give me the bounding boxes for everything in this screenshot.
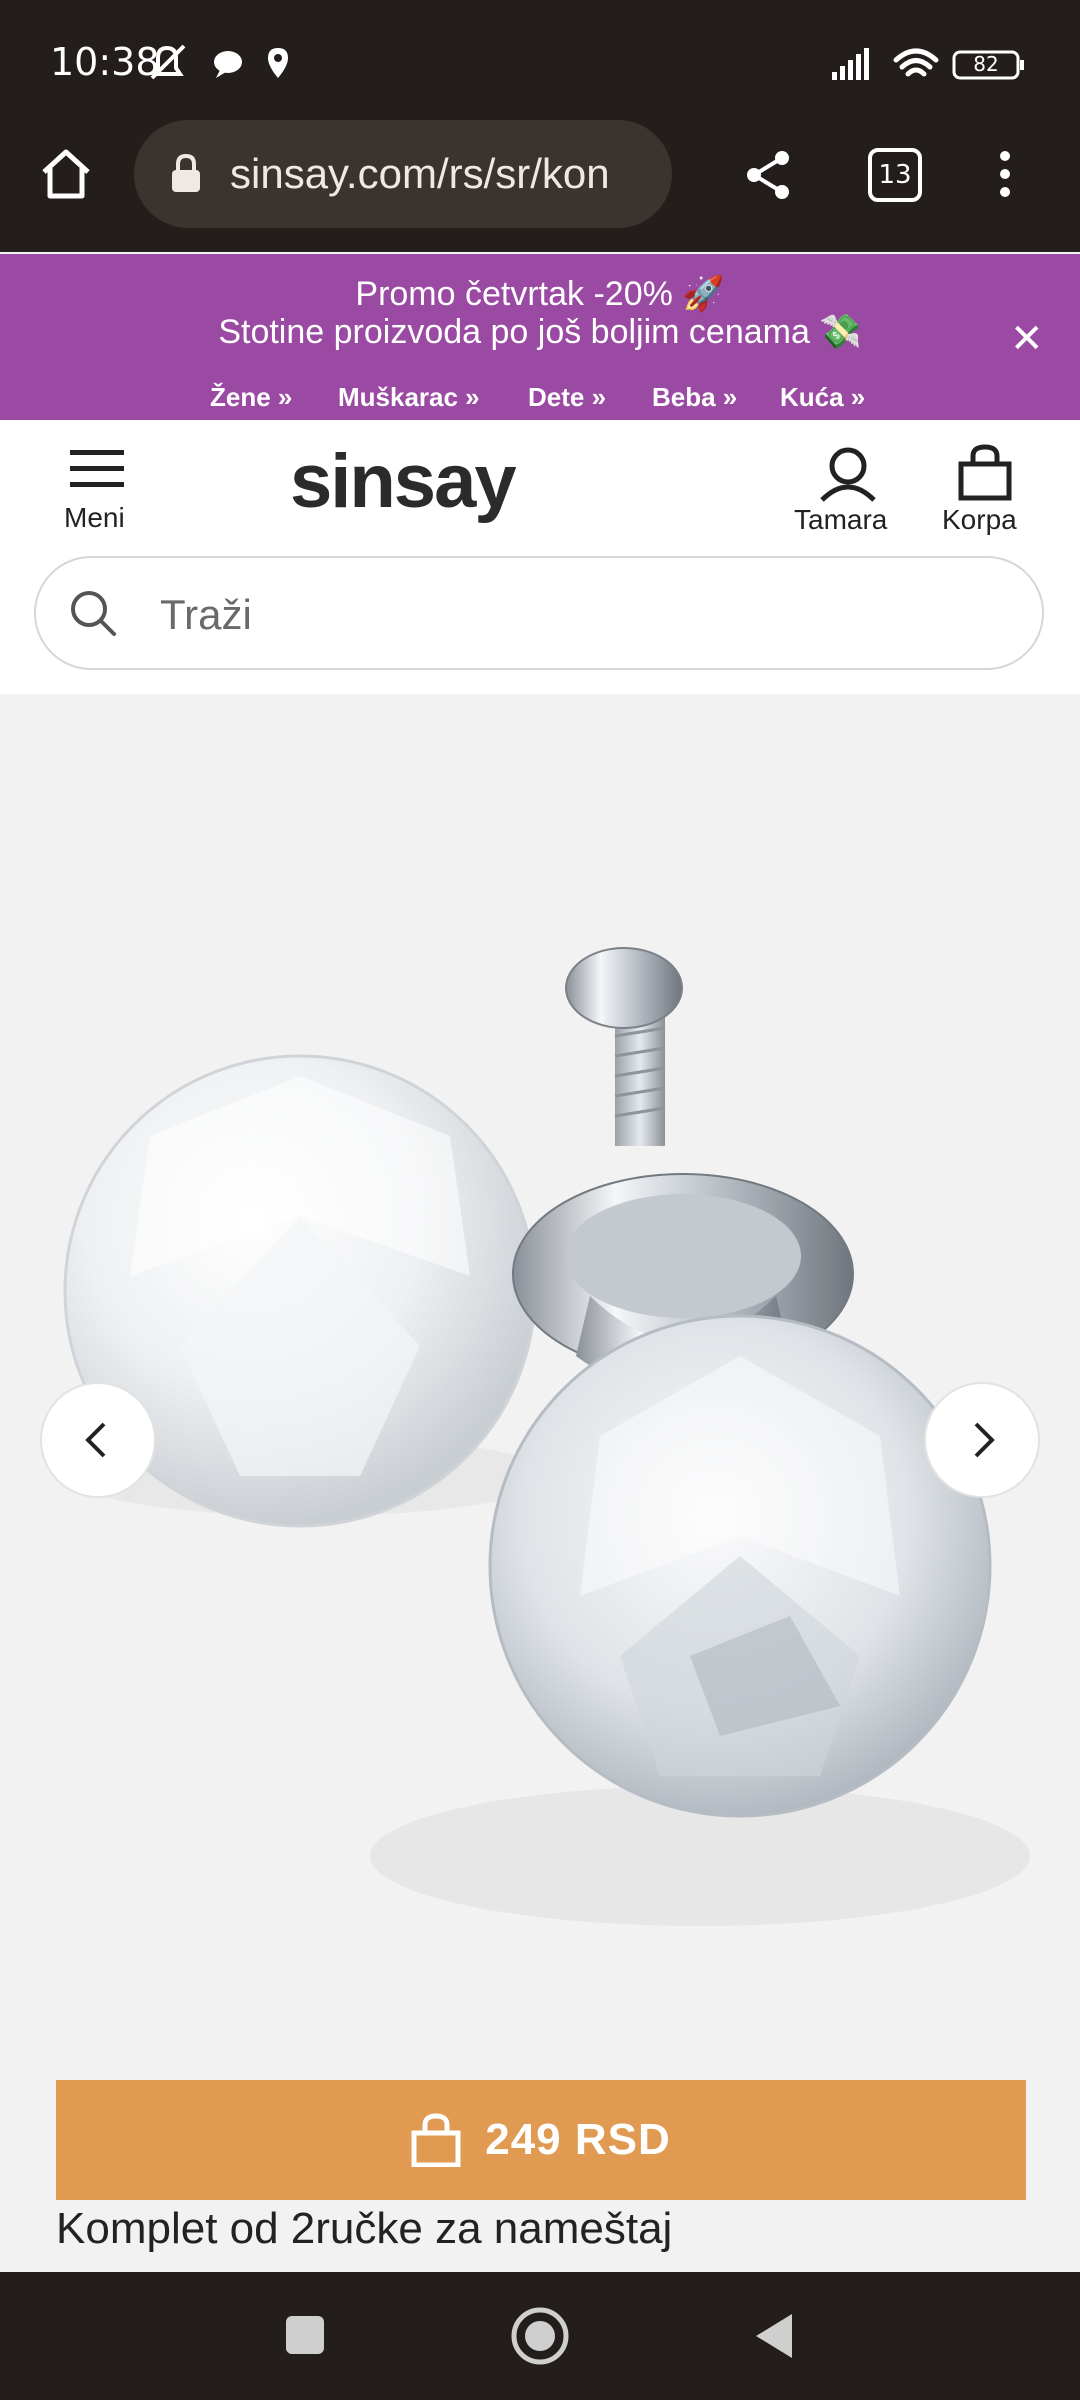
wifi-icon [893, 48, 939, 77]
hamburger-menu-icon[interactable] [70, 448, 124, 492]
category-link-beba[interactable]: Beba » [652, 382, 737, 413]
shopping-bag-icon [411, 2113, 461, 2167]
home-icon[interactable] [38, 146, 94, 202]
location-icon [268, 48, 288, 78]
signal-icon [832, 48, 869, 80]
home-nav-icon[interactable] [508, 2304, 572, 2368]
chevron-right-icon [974, 1422, 995, 1458]
promo-line-1: Promo četvrtak -20% 🚀 [355, 275, 725, 313]
lock-icon [172, 154, 200, 192]
product-image [63, 947, 1030, 1926]
product-title: Komplet od 2ručke za nameštaj [56, 2204, 673, 2253]
back-nav-icon[interactable] [750, 2310, 798, 2362]
chevron-left-icon [85, 1422, 106, 1458]
url-text[interactable]: sinsay.com/rs/sr/kon [230, 150, 658, 198]
user-icon[interactable] [818, 446, 878, 502]
search-icon [71, 591, 116, 636]
price-label: 249 RSD [485, 2115, 671, 2164]
status-time: 10:38 [50, 40, 160, 84]
chat-icon [214, 51, 242, 78]
more-options-icon[interactable] [990, 148, 1020, 202]
share-icon[interactable] [744, 150, 792, 200]
cart-bag-icon[interactable] [958, 444, 1012, 502]
sinsay-logo[interactable]: sinsay [290, 438, 517, 525]
add-to-cart-button[interactable]: 249 RSD [56, 2080, 1026, 2200]
status-icons-left [150, 44, 288, 80]
close-icon[interactable]: ✕ [1010, 316, 1044, 362]
muted-bell-icon [150, 44, 186, 80]
gallery-next-button[interactable] [924, 1382, 1040, 1498]
search-input[interactable] [158, 588, 962, 642]
tab-switcher-button[interactable]: 13 [868, 148, 922, 202]
cart-label[interactable]: Korpa [942, 504, 1017, 536]
gallery-prev-button[interactable] [40, 1382, 156, 1498]
category-link-kuca[interactable]: Kuća » [780, 382, 865, 413]
category-link-dete[interactable]: Dete » [528, 382, 606, 413]
user-account-label[interactable]: Tamara [794, 504, 887, 536]
recent-apps-icon[interactable] [282, 2312, 328, 2358]
category-link-zene[interactable]: Žene » [210, 382, 292, 413]
category-link-muskarac[interactable]: Muškarac » [338, 382, 480, 413]
promo-line-2: Stotine proizvoda po još boljim cenama 💸 [218, 313, 862, 351]
battery-level: 82 [973, 52, 999, 76]
menu-label[interactable]: Meni [64, 502, 125, 534]
